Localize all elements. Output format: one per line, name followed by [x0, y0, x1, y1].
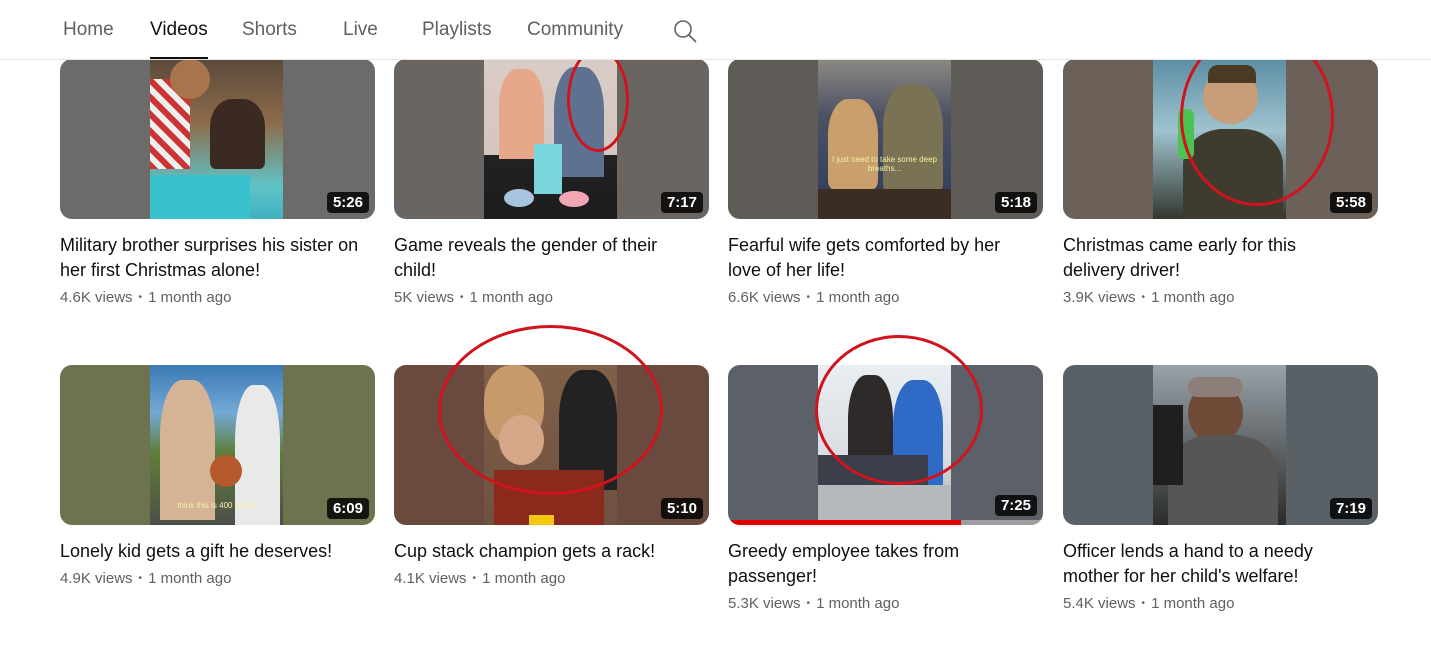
meta-separator: • — [138, 292, 143, 303]
thumbnail-caption: I just need to take some deep breaths... — [832, 155, 937, 173]
video-meta: 4.6K views • 1 month ago — [60, 289, 375, 306]
view-count: 3.9K views — [1063, 289, 1136, 306]
video-duration: 7:25 — [994, 495, 1037, 516]
video-card[interactable]: 5:26 Military brother surprises his sist… — [60, 59, 375, 306]
upload-age: 1 month ago — [816, 289, 900, 306]
video-card[interactable]: 7:25 Greedy employee takes from passenge… — [728, 365, 1043, 612]
upload-age: 1 month ago — [148, 570, 232, 587]
view-count: 4.1K views — [394, 570, 467, 587]
meta-separator: • — [472, 573, 477, 584]
video-card[interactable]: 7:17 Game reveals the gender of their ch… — [394, 59, 709, 306]
tab-shorts[interactable]: Shorts — [242, 0, 297, 59]
video-meta: 5.4K views • 1 month ago — [1063, 595, 1378, 612]
video-title[interactable]: Christmas came early for this delivery d… — [1063, 233, 1363, 283]
video-thumbnail[interactable]: think this is 400 bucks 6:09 — [60, 365, 375, 525]
video-duration: 5:58 — [1329, 192, 1372, 213]
upload-age: 1 month ago — [1151, 289, 1235, 306]
video-duration: 5:18 — [994, 192, 1037, 213]
upload-age: 1 month ago — [482, 570, 566, 587]
video-thumbnail[interactable]: 5:10 — [394, 365, 709, 525]
video-title[interactable]: Game reveals the gender of their child! — [394, 233, 694, 283]
meta-separator: • — [806, 292, 811, 303]
channel-tab-bar: Home Videos Shorts Live Playlists Commun… — [0, 0, 1431, 60]
video-card[interactable]: 5:58 Christmas came early for this deliv… — [1063, 59, 1378, 306]
upload-age: 1 month ago — [148, 289, 232, 306]
tab-videos[interactable]: Videos — [150, 0, 208, 59]
view-count: 6.6K views — [728, 289, 801, 306]
video-meta: 5K views • 1 month ago — [394, 289, 709, 306]
video-title[interactable]: Military brother surprises his sister on… — [60, 233, 360, 283]
video-meta: 4.9K views • 1 month ago — [60, 570, 375, 587]
video-thumbnail[interactable]: I just need to take some deep breaths...… — [728, 59, 1043, 219]
view-count: 5.3K views — [728, 595, 801, 612]
video-card[interactable]: I just need to take some deep breaths...… — [728, 59, 1043, 306]
video-title[interactable]: Officer lends a hand to a needy mother f… — [1063, 539, 1363, 589]
view-count: 4.6K views — [60, 289, 133, 306]
video-card[interactable]: think this is 400 bucks 6:09 Lonely kid … — [60, 365, 375, 587]
video-thumbnail[interactable]: 5:26 — [60, 59, 375, 219]
video-duration: 7:17 — [660, 192, 703, 213]
watch-progress-bar — [728, 520, 962, 525]
search-icon[interactable] — [672, 18, 698, 44]
view-count: 5.4K views — [1063, 595, 1136, 612]
video-meta: 3.9K views • 1 month ago — [1063, 289, 1378, 306]
video-thumbnail[interactable]: 7:19 — [1063, 365, 1378, 525]
video-duration: 6:09 — [326, 498, 369, 519]
view-count: 4.9K views — [60, 570, 133, 587]
video-thumbnail[interactable]: 5:58 — [1063, 59, 1378, 219]
meta-separator: • — [1141, 292, 1146, 303]
video-thumbnail[interactable]: 7:17 — [394, 59, 709, 219]
view-count: 5K views — [394, 289, 455, 306]
video-title[interactable]: Lonely kid gets a gift he deserves! — [60, 539, 360, 564]
video-card[interactable]: 5:10 Cup stack champion gets a rack! 4.1… — [394, 365, 709, 587]
tab-community[interactable]: Community — [527, 0, 623, 59]
video-title[interactable]: Cup stack champion gets a rack! — [394, 539, 694, 564]
tab-playlists[interactable]: Playlists — [422, 0, 492, 59]
thumbnail-caption: think this is 400 bucks — [177, 501, 256, 510]
meta-separator: • — [460, 292, 464, 303]
meta-separator: • — [138, 573, 143, 584]
video-card[interactable]: 7:19 Officer lends a hand to a needy mot… — [1063, 365, 1378, 612]
video-meta: 4.1K views • 1 month ago — [394, 570, 709, 587]
upload-age: 1 month ago — [469, 289, 553, 306]
video-title[interactable]: Fearful wife gets comforted by her love … — [728, 233, 1028, 283]
tab-home[interactable]: Home — [63, 0, 114, 59]
video-duration: 5:10 — [660, 498, 703, 519]
meta-separator: • — [1141, 598, 1146, 609]
meta-separator: • — [806, 598, 811, 609]
video-meta: 5.3K views • 1 month ago — [728, 595, 1043, 612]
upload-age: 1 month ago — [816, 595, 900, 612]
video-title[interactable]: Greedy employee takes from passenger! — [728, 539, 1028, 589]
video-duration: 5:26 — [326, 192, 369, 213]
video-thumbnail[interactable]: 7:25 — [728, 365, 1043, 525]
video-meta: 6.6K views • 1 month ago — [728, 289, 1043, 306]
upload-age: 1 month ago — [1151, 595, 1235, 612]
video-duration: 7:19 — [1329, 498, 1372, 519]
tab-live[interactable]: Live — [343, 0, 378, 59]
